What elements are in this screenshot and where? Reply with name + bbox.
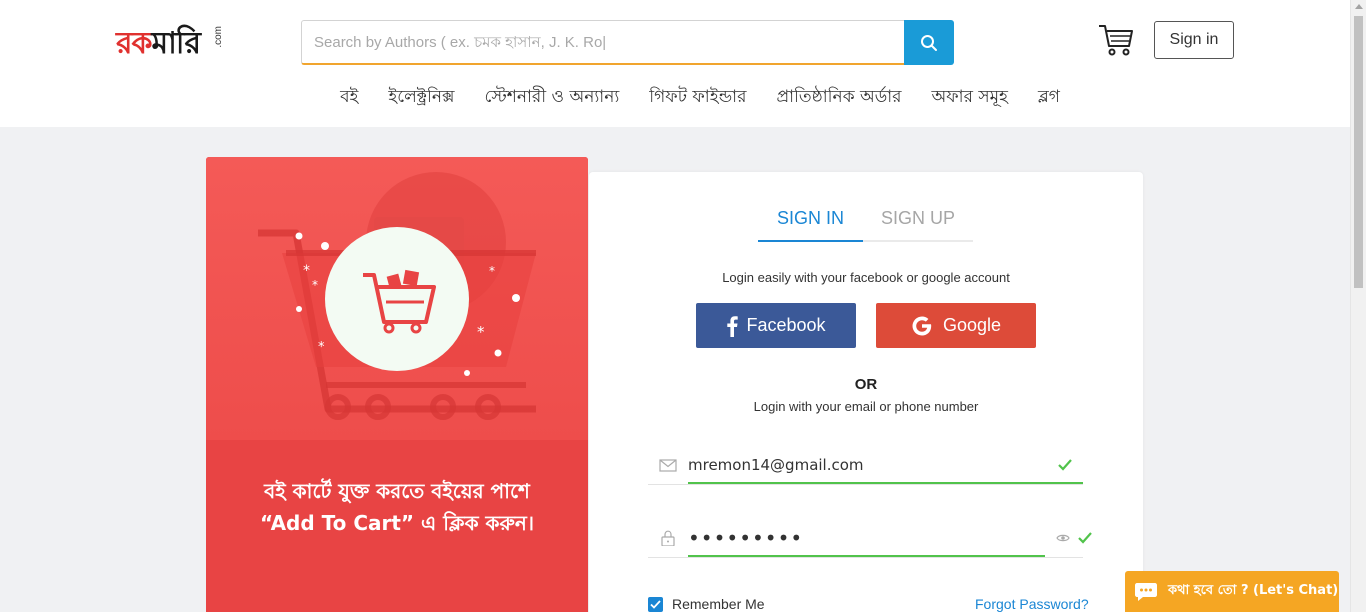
- lets-chat-button[interactable]: কথা হবে তো ? (Let's Chat): [1125, 571, 1339, 612]
- show-password-eye-icon[interactable]: [1056, 533, 1070, 543]
- svg-text:*: *: [312, 278, 318, 292]
- cart-icon[interactable]: [1097, 22, 1135, 58]
- promo-line-1: বই কার্টে যুক্ত করতে বইয়ের পাশে: [264, 479, 530, 503]
- promo-line-2: “Add To Cart” এ ক্লিক করুন।: [260, 511, 534, 535]
- search-icon: [921, 34, 937, 51]
- facebook-icon: [727, 315, 739, 337]
- email-login-text: Login with your email or phone number: [753, 399, 979, 414]
- header-signin-button[interactable]: Sign in: [1154, 21, 1234, 59]
- google-label: Google: [942, 315, 1002, 335]
- nav-item-gift-finder[interactable]: গিফট ফাইন্ডার: [649, 84, 746, 112]
- search-button[interactable]: [904, 20, 954, 65]
- facebook-login-button[interactable]: Facebook: [696, 303, 856, 348]
- lock-icon: [661, 530, 675, 546]
- checkmark-icon: [650, 599, 661, 609]
- nav-item-electronics[interactable]: ইলেক্ট্রনিক্স: [388, 84, 454, 112]
- google-icon: [912, 316, 932, 335]
- password-input[interactable]: [688, 520, 1045, 557]
- promo-message: বই কার্টে যুক্ত করতে বইয়ের পাশে “Add To…: [206, 475, 588, 539]
- facebook-label: Facebook: [746, 315, 826, 335]
- remember-me-checkbox[interactable]: [648, 596, 663, 612]
- login-card: SIGN IN SIGN UP Login easily with your f…: [589, 172, 1143, 612]
- main-nav: বই ইলেক্ট্রনিক্স স্টেশনারী ও অন্যান্য গি…: [0, 84, 1350, 112]
- password-valid-check-icon: [1078, 532, 1092, 544]
- logo-text-dark: মারি: [151, 26, 201, 61]
- rokomari-logo[interactable]: রকমারি .com: [116, 20, 226, 64]
- logo-text-red: রক: [116, 26, 152, 61]
- svg-text:*: *: [477, 323, 485, 341]
- or-divider: OR: [854, 376, 878, 393]
- remember-me-label: Remember Me: [672, 596, 765, 612]
- logo-suffix: .com: [213, 26, 224, 48]
- search-box: [301, 20, 905, 65]
- envelope-icon: [659, 459, 677, 472]
- auth-tabs: SIGN IN SIGN UP: [758, 208, 973, 242]
- google-login-button[interactable]: Google: [876, 303, 1036, 348]
- svg-text:*: *: [489, 264, 495, 278]
- page-scrollbar[interactable]: [1350, 0, 1366, 612]
- nav-item-blog[interactable]: ব্লগ: [1038, 84, 1060, 112]
- remember-me: Remember Me: [648, 596, 765, 612]
- search-input[interactable]: [302, 21, 904, 63]
- chat-bubble-icon: [1135, 582, 1157, 601]
- email-input[interactable]: [688, 447, 1083, 484]
- svg-text:*: *: [303, 263, 310, 279]
- promo-illustration-area: * * * * *: [206, 157, 588, 440]
- forgot-password-link[interactable]: Forgot Password?: [975, 596, 1089, 612]
- email-field: [648, 447, 1083, 485]
- nav-item-stationery[interactable]: স্টেশনারী ও অন্যান্য: [484, 84, 619, 112]
- scroll-up-arrow-icon[interactable]: [1355, 4, 1363, 9]
- nav-item-institutional-order[interactable]: প্রাতিষ্ঠানিক অর্ডার: [776, 84, 901, 112]
- site-header: রকমারি .com Sign in বই ইলেক্ট্রনিক্স স্ট…: [0, 0, 1350, 127]
- svg-text:*: *: [318, 340, 325, 355]
- email-valid-check-icon: [1058, 459, 1072, 471]
- password-field: [648, 520, 1092, 558]
- nav-item-books[interactable]: বই: [340, 84, 358, 112]
- chat-label: কথা হবে তো ? (Let's Chat): [1168, 583, 1339, 598]
- tab-sign-in[interactable]: SIGN IN: [758, 208, 863, 242]
- scroll-thumb[interactable]: [1354, 16, 1363, 288]
- nav-item-offers[interactable]: অফার সমূহ: [932, 84, 1008, 112]
- cart-illustration-icon: * * * * *: [258, 172, 536, 420]
- social-login-text: Login easily with your facebook or googl…: [722, 270, 1010, 285]
- add-to-cart-promo: * * * * * বই কার্টে যুক্ত করতে বইয়ের পা…: [206, 157, 588, 612]
- tab-sign-up[interactable]: SIGN UP: [863, 208, 973, 242]
